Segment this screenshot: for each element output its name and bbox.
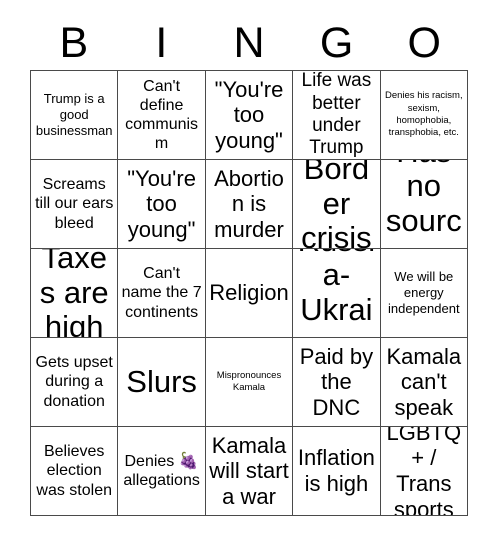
bingo-cell-r3c1[interactable]: Taxes are high (31, 249, 119, 338)
bingo-cell-label: Gets upset during a donation (35, 354, 113, 410)
bingo-cell-label: Russia-Ukraine (298, 249, 376, 337)
bingo-cell-label: Life was better under Trump (301, 71, 372, 159)
bingo-cell-label: Can't define communism (125, 77, 199, 153)
header-letter-n: N (233, 18, 265, 67)
bingo-grid: Trump is a good businessman Can't define … (30, 70, 468, 516)
bingo-cell-label: Believes election was stolen (36, 443, 112, 499)
bingo-cell-label: Border crisis (301, 160, 372, 249)
bingo-cell-label: Kamala will start a war (209, 432, 289, 509)
bingo-card: B I N G O Trump is a good businessman Can… (0, 0, 500, 544)
bingo-cell-label: Paid by the DNC (299, 343, 374, 420)
bingo-cell-label: "You're too young" (127, 165, 196, 242)
bingo-cell-label: Trump is a good businessman (35, 90, 113, 139)
bingo-cell-r3c3[interactable]: Religion (205, 249, 294, 338)
bingo-cell-r1c1[interactable]: Trump is a good businessman (31, 71, 119, 160)
bingo-cell-r5c3[interactable]: Kamala will start a war (205, 427, 294, 516)
bingo-cell-r5c2[interactable]: Denies 🍇 allegations (118, 427, 206, 516)
bingo-cell-label: LGBTQ+ / Trans sports (386, 427, 462, 516)
bingo-cell-label: Kamala can't speak (386, 343, 462, 420)
bingo-cell-r3c4[interactable]: Russia-Ukraine (293, 249, 381, 338)
header-letter-b: B (59, 18, 89, 67)
bingo-cell-label: "You're too young" (214, 76, 284, 153)
bingo-cell-r4c4[interactable]: Paid by the DNC (293, 338, 381, 427)
bingo-cell-label: Screams till our ears bleed (35, 176, 114, 232)
bingo-cell-r2c3[interactable]: Abortion is murder (205, 160, 294, 249)
bingo-cell-r1c5[interactable]: Denies his racism, sexism, homophobia, t… (380, 71, 468, 160)
bingo-cell-label: Can't name the 7 continents (121, 265, 202, 321)
bingo-cell-label: Denies his racism, sexism, homophobia, t… (384, 90, 463, 139)
bingo-cell-label: Slurs (126, 363, 197, 399)
bingo-cell-r5c4[interactable]: Inflation is high (293, 427, 381, 516)
bingo-cell-label: Taxes are high (39, 249, 109, 338)
header-letter-o: O (407, 18, 441, 67)
bingo-cell-r3c2[interactable]: Can't name the 7 continents (118, 249, 206, 338)
bingo-cell-r1c4[interactable]: Life was better under Trump (293, 71, 381, 160)
header-letter-g: G (319, 18, 354, 67)
bingo-cell-r5c5[interactable]: LGBTQ+ / Trans sports (380, 427, 468, 516)
bingo-cell-r3c5[interactable]: We will be energy independent (380, 249, 468, 338)
bingo-cell-label: Mispronounces Kamala (216, 369, 282, 393)
bingo-cell-r5c1[interactable]: Believes election was stolen (31, 427, 119, 516)
bingo-cell-r2c2[interactable]: "You're too young" (118, 160, 206, 249)
bingo-cell-r4c3[interactable]: Mispronounces Kamala (205, 338, 294, 427)
bingo-cell-r4c1[interactable]: Gets upset during a donation (31, 338, 119, 427)
bingo-header: B I N G O (30, 16, 468, 70)
bingo-cell-r2c1[interactable]: Screams till our ears bleed (31, 160, 119, 249)
bingo-cell-r2c4[interactable]: Border crisis (293, 160, 381, 249)
bingo-cell-label: Has no sources (385, 160, 462, 248)
bingo-cell-r4c5[interactable]: Kamala can't speak (380, 338, 468, 427)
bingo-cell-label: Religion (209, 280, 289, 306)
bingo-cell-r1c3[interactable]: "You're too young" (205, 71, 294, 160)
bingo-cell-label: Abortion is murder (214, 165, 284, 242)
bingo-cell-label: We will be energy independent (388, 268, 460, 317)
header-letter-i: I (155, 18, 168, 67)
bingo-cell-label: Inflation is high (297, 445, 375, 496)
bingo-cell-r1c2[interactable]: Can't define communism (118, 71, 206, 160)
bingo-cell-label: Denies 🍇 allegations (123, 452, 200, 489)
bingo-cell-r4c2[interactable]: Slurs (118, 338, 206, 427)
bingo-cell-r2c5[interactable]: Has no sources (380, 160, 468, 249)
